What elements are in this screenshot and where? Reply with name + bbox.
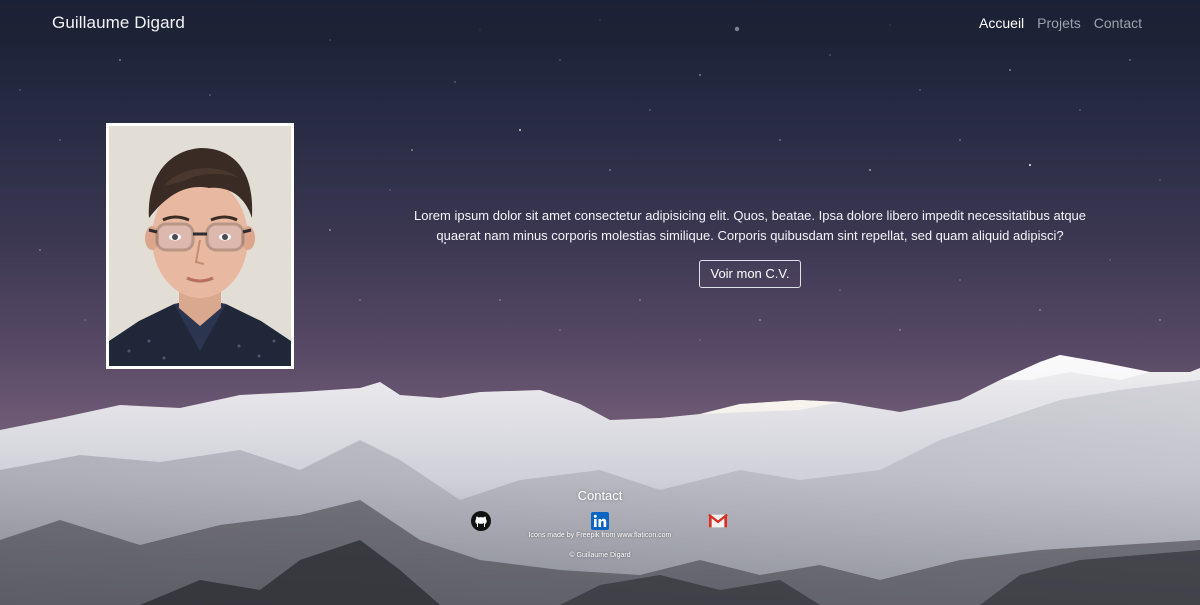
nav-link-contact[interactable]: Contact	[1094, 15, 1142, 31]
brand-logo-text[interactable]: Guillaume Digard	[52, 13, 185, 33]
copyright-text: © Guillaume Digard	[569, 552, 631, 559]
linkedin-link[interactable]	[590, 511, 610, 531]
hero-section: Lorem ipsum dolor sit amet consectetur a…	[400, 206, 1100, 288]
gmail-link[interactable]	[708, 511, 728, 531]
profile-photo	[106, 123, 294, 369]
github-link[interactable]	[471, 511, 491, 531]
nav-link-accueil[interactable]: Accueil	[979, 15, 1024, 31]
gmail-icon	[708, 513, 728, 528]
social-icons-row	[0, 511, 1200, 535]
view-cv-button[interactable]: Voir mon C.V.	[699, 260, 801, 288]
hero-description: Lorem ipsum dolor sit amet consectetur a…	[413, 208, 1087, 243]
profile-portrait-illustration	[109, 126, 291, 366]
nav-links: Accueil Projets Contact	[979, 15, 1142, 31]
footer: Contact Icons made by Freepik from www.f…	[0, 488, 1200, 559]
contact-heading: Contact	[577, 488, 623, 503]
linkedin-icon	[591, 512, 609, 530]
top-navbar: Guillaume Digard Accueil Projets Contact	[0, 0, 1200, 46]
github-icon	[471, 511, 491, 531]
nav-link-projets[interactable]: Projets	[1037, 15, 1081, 31]
